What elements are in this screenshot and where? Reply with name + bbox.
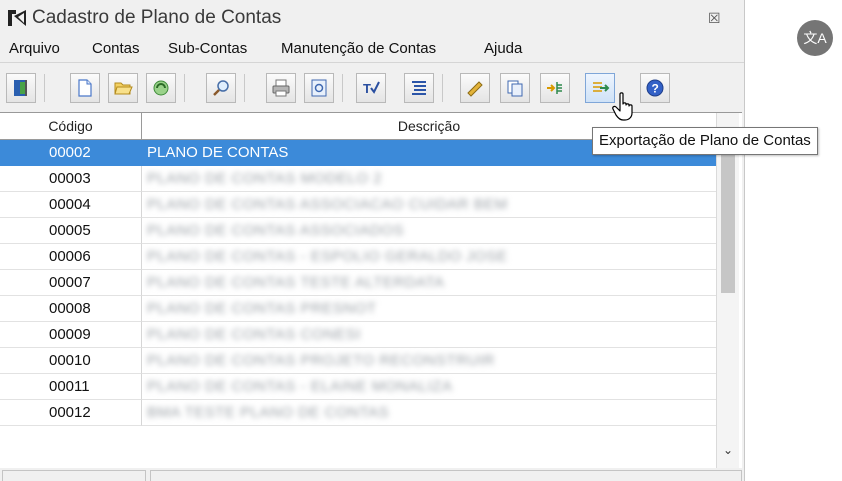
table-row[interactable]: 00006 PLANO DE CONTAS - ESPOLIO GERALDO …: [0, 244, 716, 270]
cell-codigo: 00004: [0, 192, 142, 218]
svg-text:?: ?: [652, 82, 659, 96]
new-document-icon: [78, 79, 92, 97]
open-folder-icon: [114, 82, 133, 95]
exit-button[interactable]: [6, 73, 36, 103]
status-bar: [0, 468, 744, 481]
menu-sub-contas[interactable]: Sub-Contas: [168, 40, 247, 57]
menu-contas[interactable]: Contas: [92, 40, 140, 57]
menu-bar: Arquivo Contas Sub-Contas Manutenção de …: [0, 36, 744, 63]
list-button[interactable]: [404, 73, 434, 103]
print-button[interactable]: [266, 73, 296, 103]
cell-codigo: 00005: [0, 218, 142, 244]
search-button[interactable]: [206, 73, 236, 103]
app-logo-icon: [8, 10, 26, 26]
preview-icon: [311, 79, 327, 97]
export-tooltip: Exportação de Plano de Contas: [592, 127, 818, 155]
hand-cursor-icon: [612, 92, 633, 121]
cell-descricao: PLANO DE CONTAS MODELO 2: [147, 170, 383, 187]
scrollbar-thumb[interactable]: [721, 143, 735, 293]
title-bar[interactable]: Cadastro de Plano de Contas ☒: [0, 0, 744, 36]
cell-descricao: PLANO DE CONTAS ASSOCIADOS: [147, 222, 404, 239]
exit-door-icon: [14, 80, 27, 96]
table-row[interactable]: 00008 PLANO DE CONTAS PRESNOT: [0, 296, 716, 322]
open-button[interactable]: [108, 73, 138, 103]
cell-codigo: 00012: [0, 400, 142, 426]
help-icon: ?: [646, 79, 664, 97]
svg-text:T: T: [363, 81, 371, 96]
preview-button[interactable]: [304, 73, 334, 103]
status-panel: [2, 470, 146, 481]
vertical-scrollbar[interactable]: ⌄: [716, 113, 739, 468]
table-row[interactable]: 00012 BMA TESTE PLANO DE CONTAS: [0, 400, 716, 426]
cell-codigo: 00010: [0, 348, 142, 374]
translate-icon[interactable]: 文A: [797, 20, 833, 56]
help-button[interactable]: ?: [640, 73, 670, 103]
copy-icon: [507, 80, 523, 97]
cell-descricao: PLANO DE CONTAS ASSOCIACAO CUIDAR BEM: [147, 196, 508, 213]
cell-codigo: 00007: [0, 270, 142, 296]
table-row[interactable]: 00010 PLANO DE CONTAS PROJETO RECONSTRUI…: [0, 348, 716, 374]
close-button[interactable]: ☒: [708, 10, 721, 27]
table-row[interactable]: 00004 PLANO DE CONTAS ASSOCIACAO CUIDAR …: [0, 192, 716, 218]
cell-descricao: BMA TESTE PLANO DE CONTAS: [147, 404, 389, 421]
import-icon: [547, 82, 562, 94]
table-row[interactable]: 00007 PLANO DE CONTAS TESTE ALTERDATA: [0, 270, 716, 296]
menu-ajuda[interactable]: Ajuda: [484, 40, 522, 57]
export-button[interactable]: [585, 73, 615, 103]
column-header-codigo[interactable]: Código: [0, 113, 142, 139]
contas-grid[interactable]: Código Descrição 00002 PLANO DE CONTAS 0…: [0, 112, 742, 469]
cell-descricao: PLANO DE CONTAS TESTE ALTERDATA: [147, 274, 445, 291]
table-row[interactable]: 00009 PLANO DE CONTAS CONESI: [0, 322, 716, 348]
print-icon: [272, 79, 290, 97]
ruler-button[interactable]: [460, 73, 490, 103]
cell-codigo: 00008: [0, 296, 142, 322]
copy-button[interactable]: [500, 73, 530, 103]
cell-descricao: PLANO DE CONTAS - ELAINE MONALIZA: [147, 378, 453, 395]
import-button[interactable]: [540, 73, 570, 103]
cell-codigo: 00011: [0, 374, 142, 400]
refresh-button[interactable]: [146, 73, 176, 103]
cell-codigo: 00003: [0, 166, 142, 192]
cell-descricao: PLANO DE CONTAS PROJETO RECONSTRUIR: [147, 352, 495, 369]
status-panel: [150, 470, 742, 481]
menu-arquivo[interactable]: Arquivo: [9, 40, 60, 57]
edit-check-icon: T: [363, 81, 380, 96]
table-row[interactable]: 00005 PLANO DE CONTAS ASSOCIADOS: [0, 218, 716, 244]
list-icon: [412, 81, 426, 95]
window-title: Cadastro de Plano de Contas: [32, 7, 282, 28]
search-icon: [213, 80, 229, 96]
cell-descricao: PLANO DE CONTAS - ESPOLIO GERALDO JOSE: [147, 248, 508, 265]
scroll-down-icon[interactable]: ⌄: [721, 443, 735, 457]
plano-de-contas-window: Cadastro de Plano de Contas ☒ Arquivo Co…: [0, 0, 745, 481]
export-icon: [593, 82, 610, 92]
new-button[interactable]: [70, 73, 100, 103]
cell-codigo: 00006: [0, 244, 142, 270]
refresh-icon: [153, 80, 169, 96]
edit-check-button[interactable]: T: [356, 73, 386, 103]
table-row[interactable]: 00011 PLANO DE CONTAS - ELAINE MONALIZA: [0, 374, 716, 400]
table-row[interactable]: 00003 PLANO DE CONTAS MODELO 2: [0, 166, 716, 192]
menu-manutencao-de-contas[interactable]: Manutenção de Contas: [281, 40, 436, 57]
ruler-icon: [467, 81, 483, 97]
cell-descricao: PLANO DE CONTAS CONESI: [147, 326, 362, 343]
cell-descricao: PLANO DE CONTAS PRESNOT: [147, 300, 377, 317]
cell-codigo: 00002: [0, 140, 142, 166]
cell-codigo: 00009: [0, 322, 142, 348]
